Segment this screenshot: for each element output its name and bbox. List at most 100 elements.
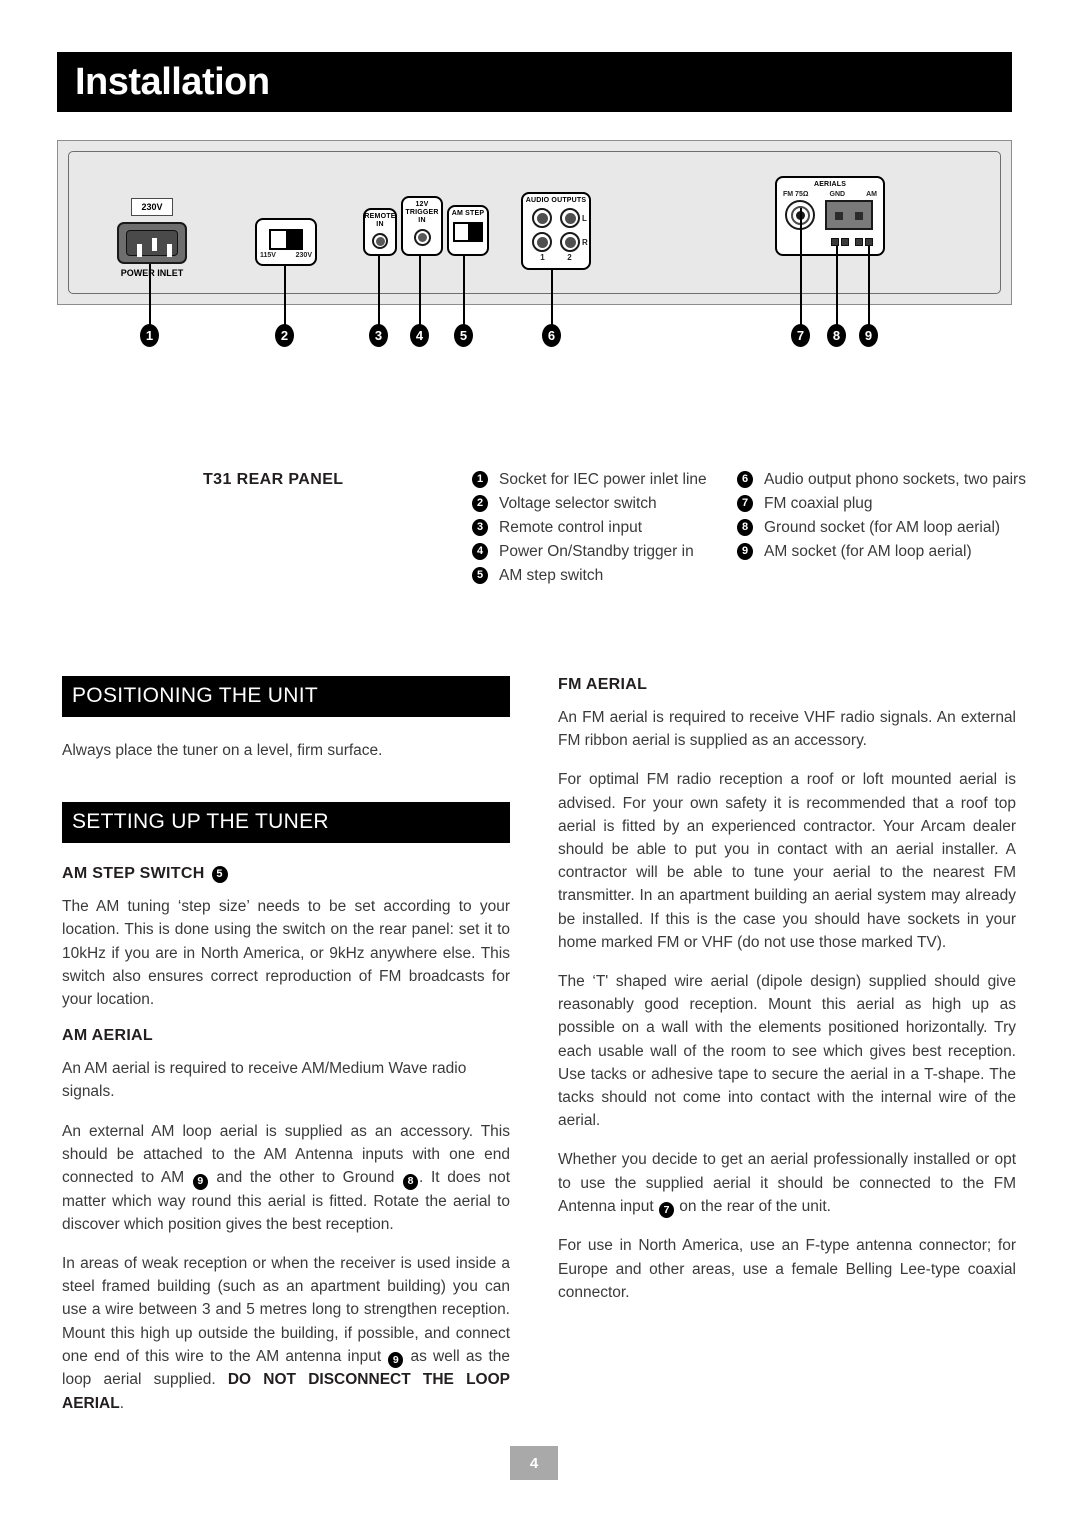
am-aerial-paragraph-1: An AM aerial is required to receive AM/M… xyxy=(62,1060,467,1101)
page-number: 4 xyxy=(510,1446,558,1480)
am-aerial-p2-part-b: and the other to Ground xyxy=(216,1169,395,1187)
positioning-heading: POSITIONING THE UNIT xyxy=(62,676,510,717)
positioning-body: Always place the tuner on a level, firm … xyxy=(62,742,383,759)
am-loop-terminal-block xyxy=(825,200,873,230)
legend-item: 1 Socket for IEC power inlet line xyxy=(472,468,732,491)
terminal-foot-gnd-a xyxy=(831,238,839,246)
right-text-column: FM AERIAL An FM aerial is required to re… xyxy=(558,676,1016,1320)
am-aerial-p3-badge-9: 9 xyxy=(388,1352,404,1369)
leader-line-3 xyxy=(378,256,380,328)
switch-position-right xyxy=(286,230,301,248)
legend-bullet: 7 xyxy=(737,495,753,512)
fm-aerial-heading-label: FM AERIAL xyxy=(558,676,648,693)
callout-2: 2 xyxy=(275,324,294,347)
fm-aerial-paragraph-5: For use in North America, use an F-type … xyxy=(558,1237,1016,1301)
leader-line-2 xyxy=(284,266,286,328)
legend-bullet: 8 xyxy=(737,519,753,536)
gnd-label: GND xyxy=(829,191,846,198)
callout-6: 6 xyxy=(542,324,561,347)
leader-line-5 xyxy=(463,256,465,328)
terminal-foot-am-b xyxy=(865,238,873,246)
left-text-column: POSITIONING THE UNIT Always place the tu… xyxy=(62,676,510,1431)
legend-column-1: 1 Socket for IEC power inlet line 2 Volt… xyxy=(472,468,732,588)
am-step-switch: AM STEP xyxy=(447,205,489,256)
callout-3: 3 xyxy=(369,324,388,347)
voltage-badge: 230V xyxy=(131,198,173,216)
remote-in-label-line1: REMOTE xyxy=(364,213,396,220)
remote-in-label-line2: IN xyxy=(376,221,384,228)
leader-line-9 xyxy=(868,246,870,328)
callout-5: 5 xyxy=(454,324,473,347)
am-aerial-heading-label: AM AERIAL xyxy=(62,1027,153,1045)
legend-item: 7 FM coaxial plug xyxy=(737,492,1027,515)
callout-8: 8 xyxy=(827,324,846,347)
aerials-label: AERIALS xyxy=(813,181,847,188)
am-aerial-heading: AM AERIAL xyxy=(62,1027,510,1045)
fm-75-ohm-label: FM 75Ω xyxy=(783,191,809,198)
audio-right-label: R xyxy=(582,238,588,247)
legend-item-label: AM socket (for AM loop aerial) xyxy=(764,543,972,560)
fm-p4-badge-7: 7 xyxy=(658,1202,674,1219)
legend-item-label: FM coaxial plug xyxy=(764,495,873,512)
voltage-230-label: 230V xyxy=(295,251,312,259)
phono-core xyxy=(536,212,548,224)
trigger-label-line3: IN xyxy=(418,217,426,224)
trigger-label-line1: 12V xyxy=(415,201,429,208)
am-step-position-left xyxy=(455,224,468,240)
remote-in-jack-icon xyxy=(372,233,388,249)
remote-in-jack-core xyxy=(375,236,385,246)
switch-position-left xyxy=(271,230,286,248)
legend-item-label: Remote control input xyxy=(499,519,643,536)
legend-item-label: Power On/Standby trigger in xyxy=(499,543,694,560)
aerial-terminal-labels: FM 75Ω GND AM xyxy=(777,189,883,198)
legend-item-label: Socket for IEC power inlet line xyxy=(499,471,707,488)
remote-in-connector: REMOTE IN xyxy=(363,208,397,256)
phono-core xyxy=(564,212,576,224)
legend-item: 8 Ground socket (for AM loop aerial) xyxy=(737,516,1027,539)
legend-item: 9 AM socket (for AM loop aerial) xyxy=(737,540,1027,563)
fm-aerial-heading: FM AERIAL xyxy=(558,676,1016,694)
am-aerial-p2-badge-8: 8 xyxy=(403,1173,418,1190)
am-terminal-hole xyxy=(855,212,863,220)
fm-p4-part-b: on the rear of the unit. xyxy=(679,1197,831,1215)
trigger-in-connector: 12V TRIGGER IN xyxy=(401,196,443,256)
callout-9: 9 xyxy=(859,324,878,347)
power-pin-neutral xyxy=(167,244,172,257)
leader-line-1 xyxy=(149,264,151,328)
legend-item-label: Ground socket (for AM loop aerial) xyxy=(764,519,1001,536)
terminal-foot-gnd-b xyxy=(841,238,849,246)
phono-socket-1-left xyxy=(532,208,552,228)
voltage-switch-labels: 115V 230V xyxy=(257,250,315,259)
legend-item: 5 AM step switch xyxy=(472,564,732,587)
phono-socket-2-right xyxy=(560,232,580,252)
am-step-switch-body: The AM tuning ‘step size’ needs to be se… xyxy=(62,898,510,1009)
legend-bullet: 3 xyxy=(472,519,488,536)
power-inlet-socket-icon xyxy=(117,222,187,264)
setting-up-heading: SETTING UP THE TUNER xyxy=(62,802,510,844)
legend-bullet: 4 xyxy=(472,543,488,560)
legend-bullet: 5 xyxy=(472,567,488,584)
audio-outputs-sockets: L R xyxy=(523,207,589,253)
trigger-in-jack-icon xyxy=(413,229,431,246)
am-step-position-right xyxy=(468,224,481,240)
voltage-switch-icon xyxy=(269,228,303,250)
legend-item: 6 Audio output phono sockets, two pairs xyxy=(737,468,1027,491)
fm-aerial-paragraph-3: The ‘T' shaped wire aerial (dipole desig… xyxy=(558,973,1016,1130)
fm-aerial-paragraph-1: An FM aerial is required to receive VHF … xyxy=(558,709,1016,750)
phono-core xyxy=(536,236,548,248)
callout-1: 1 xyxy=(140,324,159,347)
audio-outputs-label: AUDIO OUTPUTS xyxy=(525,197,587,204)
am-aerial-p2-badge-9: 9 xyxy=(192,1173,208,1190)
legend-bullet: 1 xyxy=(472,471,488,488)
legend-bullet: 6 xyxy=(737,471,753,488)
phono-socket-2-left xyxy=(560,208,580,228)
voltage-selector-switch: 115V 230V xyxy=(255,218,317,266)
page-title-bar: Installation xyxy=(57,52,1012,112)
am-aerial-paragraph-2: An external AM loop aerial is supplied a… xyxy=(62,1120,510,1236)
trigger-label-line2: TRIGGER xyxy=(405,209,439,216)
phono-socket-1-right xyxy=(532,232,552,252)
leader-line-8 xyxy=(836,246,838,328)
fm-aerial-paragraph-2: For optimal FM radio reception a roof or… xyxy=(558,771,1016,951)
legend-column-2: 6 Audio output phono sockets, two pairs … xyxy=(737,468,1027,564)
leader-line-7 xyxy=(800,208,802,328)
